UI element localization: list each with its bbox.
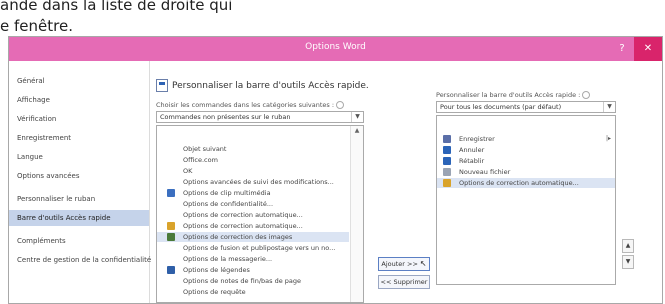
list-item[interactable]: Options de correction automatique... (437, 178, 615, 188)
info-icon (582, 91, 591, 99)
picture-correction-icon (167, 233, 175, 241)
qat-commands-list[interactable]: Enregistrer |▸ Annuler Rétablir Nouveau … (436, 115, 616, 285)
list-item[interactable]: Options de confidentialité... (157, 199, 349, 209)
expand-icon[interactable]: |▸ (606, 134, 611, 144)
info-icon (336, 101, 345, 109)
list-item[interactable]: Options de fusion et publipostage vers u… (157, 243, 349, 253)
nav-item-display[interactable]: Affichage (9, 92, 149, 108)
page-heading: Personnaliser la barre d'outils Accès ra… (172, 81, 369, 91)
add-button[interactable]: Ajouter >> ↖ (378, 257, 430, 271)
nav-item-save[interactable]: Enregistrement (9, 130, 149, 146)
help-button[interactable]: ? (612, 37, 632, 61)
list-item[interactable]: Objet suivant (157, 144, 349, 154)
undo-icon (443, 146, 451, 154)
redo-icon (443, 157, 451, 165)
dialog-title: Options Word (305, 42, 366, 52)
choose-commands-label: Choisir les commandes dans les catégorie… (156, 101, 335, 109)
media-clip-icon (167, 189, 175, 197)
chevron-down-icon[interactable]: ▼ (603, 102, 615, 112)
title-bar: Options Word ? ✕ (9, 37, 662, 61)
caption-icon (167, 266, 175, 274)
choose-commands-select[interactable]: Commandes non présentes sur le ruban ▼ (156, 111, 364, 123)
commands-scrollbar[interactable]: ▲ (350, 126, 363, 302)
instruction-line-1: ande dans la liste de droite qui (0, 0, 233, 14)
instruction-line-2: e fenêtre. (0, 17, 73, 35)
list-item[interactable]: Options de correction automatique... (157, 210, 349, 220)
nav-item-customize-ribbon[interactable]: Personnaliser le ruban (9, 191, 149, 207)
word-options-dialog: Options Word ? ✕ Général Affichage Vérif… (8, 36, 663, 304)
list-item[interactable]: Nouveau fichier (437, 167, 615, 177)
options-content: Personnaliser la barre d'outils Accès ra… (150, 61, 662, 303)
move-down-button[interactable]: ▼ (622, 255, 634, 269)
list-item[interactable]: Rétablir (437, 156, 615, 166)
save-icon (443, 135, 451, 143)
list-item[interactable]: Options de légendes (157, 265, 349, 275)
list-item[interactable]: Options de notes de fin/bas de page (157, 276, 349, 286)
options-nav: Général Affichage Vérification Enregistr… (9, 61, 151, 303)
list-item[interactable]: Options de la messagerie... (157, 254, 349, 264)
customize-qat-value: Pour tous les documents (par défaut) (440, 103, 562, 111)
close-button[interactable]: ✕ (634, 37, 662, 61)
list-item[interactable]: Options avancées de suivi des modificati… (157, 177, 349, 187)
mouse-cursor-icon: ↖ (419, 259, 427, 268)
nav-item-proofing[interactable]: Vérification (9, 111, 149, 127)
list-item[interactable]: OK (157, 166, 349, 176)
list-item[interactable]: Enregistrer |▸ (437, 134, 615, 144)
nav-item-quick-access-toolbar[interactable]: Barre d'outils Accès rapide (9, 210, 149, 226)
customize-qat-label: Personnaliser la barre d'outils Accès ra… (436, 91, 581, 99)
list-item[interactable]: Options de correction des images (157, 232, 349, 242)
choose-commands-value: Commandes non présentes sur le ruban (160, 113, 291, 121)
chevron-down-icon[interactable]: ▼ (351, 112, 363, 122)
autocorrect-icon (443, 179, 451, 187)
list-item[interactable]: Office.com (157, 155, 349, 165)
autocorrect-icon (167, 222, 175, 230)
customize-qat-select[interactable]: Pour tous les documents (par défaut) ▼ (436, 101, 616, 113)
list-item[interactable]: Annuler (437, 145, 615, 155)
remove-button[interactable]: << Supprimer (378, 275, 430, 289)
available-commands-list[interactable]: Objet suivant Office.com OK Options avan… (156, 125, 364, 303)
list-item[interactable]: Options de clip multimédia (157, 188, 349, 198)
nav-item-general[interactable]: Général (9, 73, 149, 89)
nav-item-add-ins[interactable]: Compléments (9, 233, 149, 249)
list-item[interactable]: Options de correction automatique... (157, 221, 349, 231)
nav-item-trust-center[interactable]: Centre de gestion de la confidentialité (9, 252, 151, 268)
quick-access-toolbar-icon (156, 79, 168, 92)
move-up-button[interactable]: ▲ (622, 239, 634, 253)
nav-item-language[interactable]: Langue (9, 149, 149, 165)
list-item[interactable]: Options de requête (157, 287, 349, 297)
chevron-up-icon[interactable]: ▲ (351, 127, 363, 136)
new-file-icon (443, 168, 451, 176)
nav-item-advanced[interactable]: Options avancées (9, 168, 149, 184)
